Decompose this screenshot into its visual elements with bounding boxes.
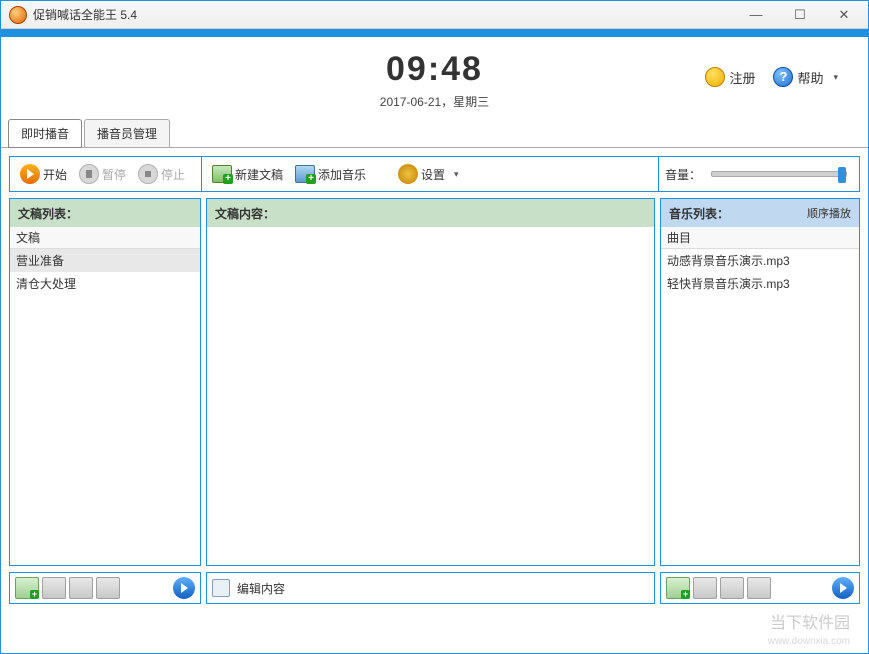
list-item[interactable]: 轻快背景音乐演示.mp3 (661, 272, 859, 295)
remove-music-button[interactable] (693, 577, 717, 599)
volume-label: 音量： (665, 166, 701, 183)
stop-button[interactable]: 停止 (134, 162, 189, 186)
help-label: 帮助 (797, 68, 823, 87)
volume-slider-thumb[interactable] (838, 167, 846, 183)
list-item[interactable]: 营业准备 (10, 249, 200, 272)
toolbar-playback: 开始 暂停 停止 (10, 157, 202, 191)
play-icon (20, 164, 40, 184)
app-window: 促销喊话全能王 5.4 — ☐ ✕ 09:48 2017-06-21，星期三 注… (0, 0, 869, 654)
add-music-icon (295, 165, 315, 183)
watermark-url: www.downxia.com (768, 636, 850, 647)
document-list[interactable]: 营业准备 清仓大处理 (10, 249, 200, 565)
toolbar-document: 新建文稿 添加音乐 设置 ▾ (202, 157, 659, 191)
document-content-title: 文稿内容： (207, 199, 654, 227)
music-down-button[interactable] (747, 577, 771, 599)
list-item[interactable]: 清仓大处理 (10, 272, 200, 295)
pause-icon (79, 164, 99, 184)
add-music-button[interactable]: 添加音乐 (291, 163, 370, 185)
add-doc-button[interactable] (15, 577, 39, 599)
gear-icon (398, 164, 418, 184)
minimize-button[interactable]: — (734, 2, 778, 28)
help-icon: ? (773, 67, 793, 87)
document-list-title: 文稿列表： (10, 199, 200, 227)
start-button[interactable]: 开始 (16, 162, 71, 186)
toolbar: 开始 暂停 停止 新建文稿 添加音乐 (9, 156, 860, 192)
document-list-header: 文稿 (10, 227, 200, 249)
play-doc-button[interactable] (173, 577, 195, 599)
watermark-text: 当下软件园 (770, 609, 850, 633)
document-content[interactable] (207, 227, 654, 565)
music-up-button[interactable] (720, 577, 744, 599)
tab-announcer-management[interactable]: 播音员管理 (84, 119, 170, 147)
help-button[interactable]: ? 帮助 ▾ (773, 67, 838, 87)
music-list-actions (660, 572, 860, 604)
chevron-down-icon: ▾ (833, 72, 838, 83)
settings-button[interactable]: 设置 ▾ (394, 162, 463, 186)
music-column-header: 曲目 (661, 227, 859, 249)
titlebar: 促销喊话全能王 5.4 — ☐ ✕ (1, 1, 868, 29)
document-content-panel: 文稿内容： (206, 198, 655, 566)
remove-doc-button[interactable] (42, 577, 66, 599)
stop-icon (138, 164, 158, 184)
new-document-button[interactable]: 新建文稿 (208, 163, 287, 185)
edit-icon (212, 579, 230, 597)
edit-content-button[interactable]: 编辑内容 (237, 580, 285, 597)
move-down-button[interactable] (96, 577, 120, 599)
clock-date: 2017-06-21，星期三 (380, 93, 489, 110)
register-label: 注册 (729, 68, 755, 87)
music-list[interactable]: 动感背景音乐演示.mp3 轻快背景音乐演示.mp3 (661, 249, 859, 565)
maximize-button[interactable]: ☐ (778, 2, 822, 28)
content-actions: 编辑内容 (206, 572, 655, 604)
window-controls: — ☐ ✕ (734, 2, 866, 28)
move-up-button[interactable] (69, 577, 93, 599)
document-list-panel: 文稿列表： 文稿 营业准备 清仓大处理 (9, 198, 201, 566)
new-document-icon (212, 165, 232, 183)
register-button[interactable]: 注册 (705, 67, 755, 87)
close-button[interactable]: ✕ (822, 2, 866, 28)
window-title: 促销喊话全能王 5.4 (33, 6, 137, 23)
header-area: 09:48 2017-06-21，星期三 注册 ? 帮助 ▾ (1, 37, 868, 122)
columns: 文稿列表： 文稿 营业准备 清仓大处理 文稿内容： 音乐列表： 顺序播放 曲目 … (9, 198, 860, 566)
smiley-icon (705, 67, 725, 87)
accent-strip (1, 29, 868, 37)
pause-button[interactable]: 暂停 (75, 162, 130, 186)
clock-block: 09:48 2017-06-21，星期三 (380, 50, 489, 110)
bottom-toolbar: 编辑内容 (9, 572, 860, 604)
music-list-header-row: 音乐列表： 顺序播放 (661, 199, 859, 227)
tab-realtime-broadcast[interactable]: 即时播音 (8, 119, 82, 148)
tabs-row: 即时播音 播音员管理 (1, 122, 868, 148)
volume-slider[interactable] (711, 171, 847, 177)
music-list-panel: 音乐列表： 顺序播放 曲目 动感背景音乐演示.mp3 轻快背景音乐演示.mp3 (660, 198, 860, 566)
play-mode-button[interactable]: 顺序播放 (807, 205, 851, 221)
clock-time: 09:48 (380, 50, 489, 89)
app-icon (9, 6, 27, 24)
play-music-button[interactable] (832, 577, 854, 599)
chevron-down-icon: ▾ (454, 169, 459, 180)
list-item[interactable]: 动感背景音乐演示.mp3 (661, 249, 859, 272)
toolbar-volume: 音量： (659, 157, 859, 191)
header-actions: 注册 ? 帮助 ▾ (705, 67, 838, 87)
music-list-title: 音乐列表： (669, 205, 729, 222)
add-music-item-button[interactable] (666, 577, 690, 599)
doc-list-actions (9, 572, 201, 604)
main-content: 开始 暂停 停止 新建文稿 添加音乐 (1, 148, 868, 612)
